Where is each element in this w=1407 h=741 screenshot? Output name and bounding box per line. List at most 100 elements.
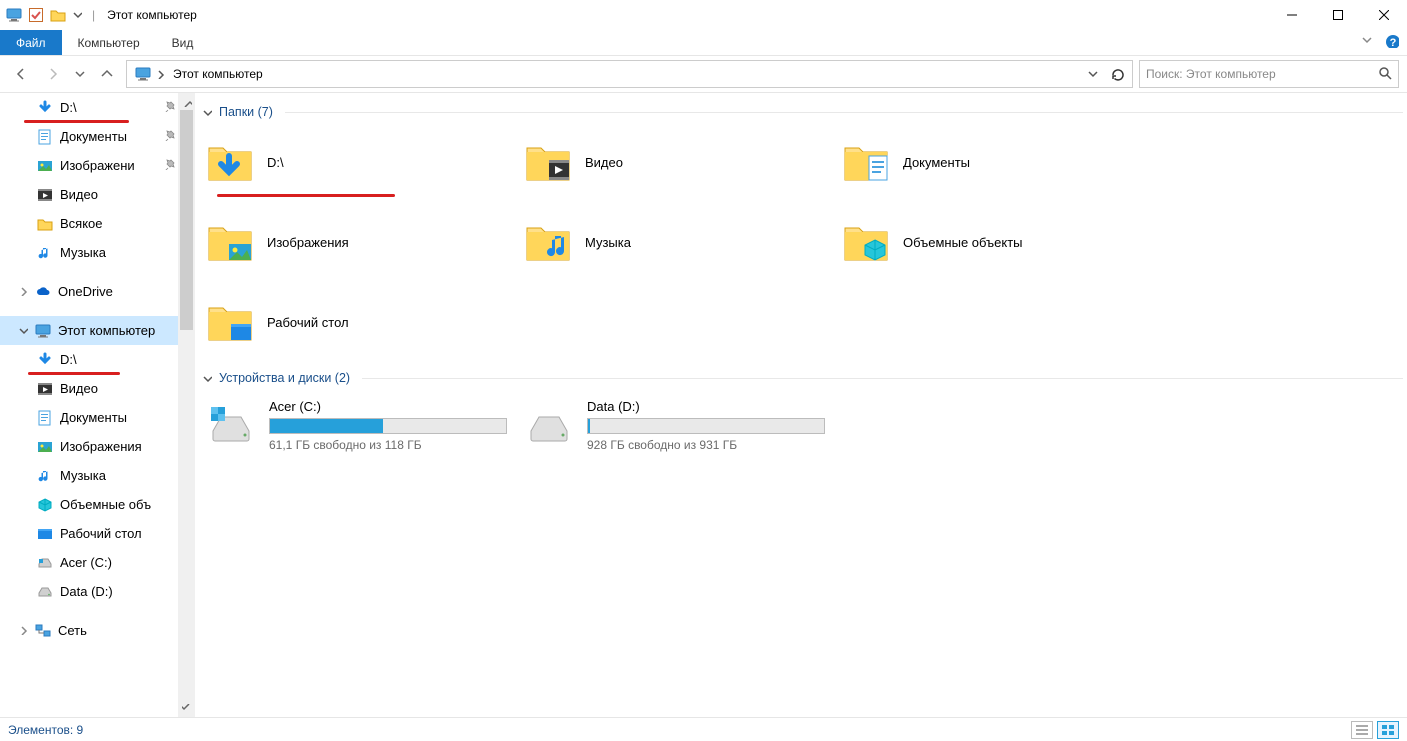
content-pane[interactable]: Папки (7) D:\Видео Документы Изображения Му… (195, 93, 1407, 717)
tree-quick-documents[interactable]: Документы (0, 122, 195, 151)
cdrive-icon (36, 554, 54, 572)
tree-network[interactable]: Сеть (0, 616, 195, 645)
folder-icon (36, 215, 54, 233)
expand-icon[interactable] (18, 623, 28, 638)
tree-item-label: Всякое (60, 216, 103, 231)
folder-tile[interactable]: Документы (835, 127, 1153, 197)
group-count: 7 (262, 105, 269, 119)
drive-free-text: 61,1 ГБ свободно из 118 ГБ (269, 438, 509, 452)
scroll-up-icon[interactable] (178, 93, 195, 110)
qat-newfolder-icon[interactable] (50, 7, 66, 23)
address-dropdown-icon[interactable] (1082, 63, 1104, 85)
tree-pc-desktop[interactable]: Рабочий стол (0, 519, 195, 548)
titlebar: | Этот компьютер (0, 0, 1407, 30)
breadcrumb-thispc[interactable]: Этот компьютер (169, 67, 267, 81)
drive-free-text: 928 ГБ свободно из 931 ГБ (587, 438, 827, 452)
tree-pc-pictures[interactable]: Изображения (0, 432, 195, 461)
drive-tile[interactable]: Data (D:)928 ГБ свободно из 931 ГБ (517, 393, 835, 457)
tree-pc-videos[interactable]: Видео (0, 374, 195, 403)
ribbon-expand-icon[interactable] (1361, 34, 1375, 51)
tree-pc-cdrive[interactable]: Acer (C:) (0, 548, 195, 577)
folder-tile[interactable]: Объемные объекты (835, 207, 1153, 277)
tree-item-label: Документы (60, 410, 127, 425)
help-icon[interactable] (1385, 34, 1399, 51)
group-folders-header[interactable]: Папки (7) (201, 105, 1403, 119)
folder-tile[interactable]: Изображения (199, 207, 517, 277)
minimize-button[interactable] (1269, 0, 1315, 30)
scroll-down-icon[interactable] (178, 700, 195, 717)
tree-item-label: Рабочий стол (60, 526, 142, 541)
group-devices-header[interactable]: Устройства и диски (2) (201, 371, 1403, 385)
view-tiles-button[interactable] (1377, 721, 1399, 739)
drive-icon (36, 583, 54, 601)
videos-icon (36, 380, 54, 398)
tree-onedrive[interactable]: OneDrive (0, 277, 195, 306)
desktop-icon (36, 525, 54, 543)
nav-up-button[interactable] (94, 61, 120, 87)
tile-label: Документы (903, 155, 970, 170)
scroll-thumb[interactable] (180, 110, 193, 330)
tab-computer[interactable]: Компьютер (62, 30, 156, 55)
nav-forward-button[interactable] (40, 61, 66, 87)
separator: | (92, 8, 95, 22)
expand-icon[interactable] (18, 284, 28, 299)
documents-icon (36, 128, 54, 146)
drive-name: Acer (C:) (269, 399, 509, 414)
close-button[interactable] (1361, 0, 1407, 30)
tree-quick-pictures[interactable]: Изображени (0, 151, 195, 180)
tree-pc-d[interactable]: D:\ (0, 345, 195, 374)
address-bar[interactable]: Этот компьютер (126, 60, 1133, 88)
search-box[interactable]: Поиск: Этот компьютер (1139, 60, 1399, 88)
folder-tile[interactable]: D:\ (199, 127, 517, 197)
tree-item-label: D:\ (60, 100, 77, 115)
refresh-button[interactable] (1106, 63, 1128, 85)
pin-icon (163, 158, 175, 173)
tree-quick-music[interactable]: Музыка (0, 238, 195, 267)
file-tab[interactable]: Файл (0, 30, 62, 55)
documents-icon (36, 409, 54, 427)
network-icon (34, 622, 52, 640)
videos-icon (36, 186, 54, 204)
search-icon[interactable] (1378, 66, 1392, 83)
view-details-button[interactable] (1351, 721, 1373, 739)
nav-back-button[interactable] (8, 61, 34, 87)
pin-icon (163, 129, 175, 144)
maximize-button[interactable] (1315, 0, 1361, 30)
breadcrumb-root-icon[interactable] (131, 66, 169, 82)
desk-icon (207, 298, 255, 346)
tree-pc-ddrive[interactable]: Data (D:) (0, 577, 195, 606)
tree-scrollbar[interactable] (178, 93, 195, 717)
drive-tile[interactable]: Acer (C:) 61,1 ГБ свободно из 118 ГБ (199, 393, 517, 457)
tree-item-label: Изображени (60, 158, 135, 173)
pic-icon (207, 218, 255, 266)
folder-tile[interactable]: Видео (517, 127, 835, 197)
cdrive-icon (207, 401, 255, 449)
tree-quick-d[interactable]: D:\ (0, 93, 195, 122)
tab-view[interactable]: Вид (156, 30, 210, 55)
tree-quick-videos[interactable]: Видео (0, 180, 195, 209)
tree-item-label: D:\ (60, 352, 77, 367)
tree-item-label: Acer (C:) (60, 555, 112, 570)
navigation-tree[interactable]: D:\ Документы Изображени Видео Всякое (0, 93, 195, 717)
ribbon-tabs: Файл Компьютер Вид (0, 30, 1407, 56)
qat-properties-icon[interactable] (28, 7, 44, 23)
tree-pc-music[interactable]: Музыка (0, 461, 195, 490)
folders-grid: D:\Видео Документы Изображения МузыкаОбъемн… (199, 127, 1403, 357)
tree-thispc[interactable]: Этот компьютер (0, 316, 195, 345)
nav-recent-dropdown[interactable] (72, 61, 88, 87)
collapse-group-icon[interactable] (201, 372, 213, 384)
folder-tile[interactable]: Рабочий стол (199, 287, 517, 357)
tree-item-label: Сеть (58, 623, 87, 638)
folder-tile[interactable]: Музыка (517, 207, 835, 277)
collapse-icon[interactable] (18, 323, 28, 338)
tree-item-label: Видео (60, 381, 98, 396)
tree-pc-documents[interactable]: Документы (0, 403, 195, 432)
tree-quick-misc[interactable]: Всякое (0, 209, 195, 238)
tree-pc-3dobjects[interactable]: Объемные объ (0, 490, 195, 519)
collapse-group-icon[interactable] (201, 106, 213, 118)
cube-icon (36, 496, 54, 514)
qat-dropdown-icon[interactable] (72, 8, 82, 22)
tile-label: Изображения (267, 235, 349, 250)
music-icon (525, 218, 573, 266)
drive-usage-bar (269, 418, 507, 434)
